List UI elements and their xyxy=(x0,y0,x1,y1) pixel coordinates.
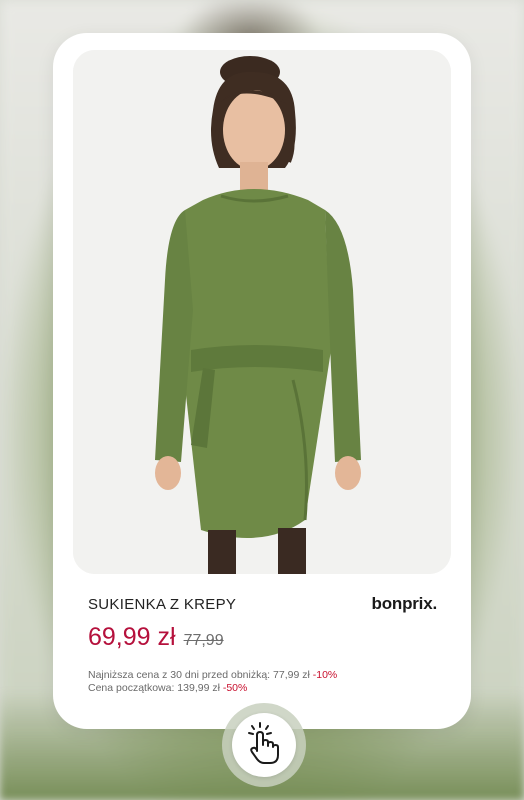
price-info: Najniższa cena z 30 dni przed obniżką: 7… xyxy=(88,669,337,695)
product-title[interactable]: SUKIENKA Z KREPY xyxy=(88,596,236,613)
product-image[interactable] xyxy=(73,50,451,574)
tap-button[interactable] xyxy=(232,713,296,777)
initial-price-label: Cena początkowa: 139,99 zł xyxy=(88,682,220,694)
lowest-price-line: Najniższa cena z 30 dni przed obniżką: 7… xyxy=(88,669,337,682)
lowest-price-discount: -10% xyxy=(312,669,338,681)
old-price: 77,99 xyxy=(183,632,224,649)
price-row: 69,99 zł 77,99 xyxy=(88,623,224,652)
initial-price-line: Cena początkowa: 139,99 zł -50% xyxy=(88,682,337,695)
product-card[interactable]: SUKIENKA Z KREPY bonprix. 69,99 zł 77,99… xyxy=(53,33,471,729)
initial-price-discount: -50% xyxy=(222,682,248,694)
brand-logo: bonprix. xyxy=(371,594,438,613)
lowest-price-label: Najniższa cena z 30 dni przed obniżką: 7… xyxy=(88,669,310,681)
tap-hand-icon xyxy=(244,721,284,770)
current-price: 69,99 zł xyxy=(88,623,176,651)
